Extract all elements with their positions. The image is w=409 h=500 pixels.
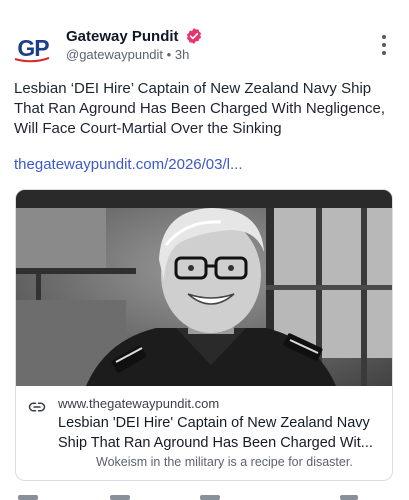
handle-row: @gatewaypundit • 3h — [66, 47, 189, 62]
author-handle[interactable]: @gatewaypundit — [66, 47, 163, 62]
post-text: Lesbian ‘DEI Hire’ Captain of New Zealan… — [14, 80, 386, 137]
captain-photo — [16, 190, 392, 386]
card-title: Lesbian 'DEI Hire' Captain of New Zealan… — [58, 415, 373, 451]
link-preview-card[interactable]: www.thegatewaypundit.com Lesbian 'DEI Hi… — [15, 189, 393, 481]
card-domain: www.thegatewaypundit.com — [58, 396, 220, 411]
card-meta: www.thegatewaypundit.com Lesbian 'DEI Hi… — [16, 386, 392, 480]
card-image — [16, 190, 392, 386]
more-vertical-icon[interactable] — [379, 35, 389, 55]
post-link[interactable]: thegatewaypundit.com/2026/03/l... — [14, 156, 243, 173]
link-icon — [28, 402, 46, 412]
verified-badge-icon — [186, 28, 201, 44]
author-name[interactable]: Gateway Pundit — [66, 28, 179, 45]
action-bar-partial — [0, 492, 409, 500]
logo-swoosh-icon — [14, 57, 50, 63]
post-time[interactable]: 3h — [175, 47, 189, 62]
card-description: Wokeism in the military is a recipe for … — [96, 455, 353, 469]
author-row: Gateway Pundit — [66, 27, 203, 45]
separator-dot: • — [166, 47, 172, 62]
post-header: GP Gateway Pundit @gatewaypundit • 3h — [0, 0, 409, 74]
